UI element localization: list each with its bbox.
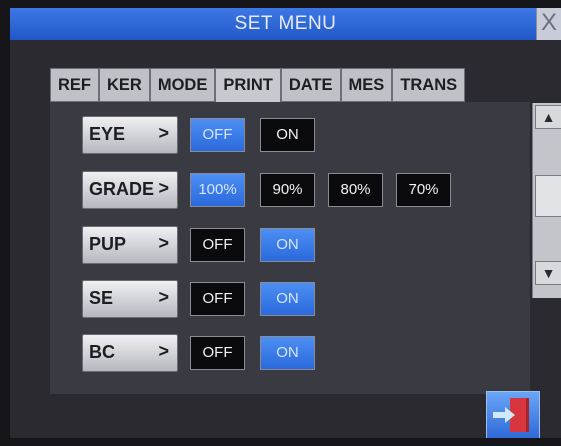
- scroll-thumb[interactable]: [535, 175, 561, 217]
- settings-screen: SET MENU X REF KER MODE PRINT DATE MES T…: [10, 8, 561, 438]
- arrow-down-icon: ▼: [541, 265, 556, 281]
- grade-setting-button[interactable]: GRADE >: [82, 171, 178, 209]
- tab-mes[interactable]: MES: [340, 68, 393, 102]
- setting-label: PUP: [89, 234, 127, 254]
- tab-date[interactable]: DATE: [280, 68, 341, 102]
- scroll-down-button[interactable]: ▼: [535, 261, 561, 285]
- pup-off-option[interactable]: OFF: [190, 228, 245, 262]
- bc-setting-button[interactable]: BC >: [82, 334, 178, 372]
- tab-trans[interactable]: TRANS: [392, 68, 466, 102]
- grade-80-option[interactable]: 80%: [328, 173, 383, 207]
- tab-mode[interactable]: MODE: [149, 68, 216, 102]
- se-setting-button[interactable]: SE >: [82, 280, 178, 318]
- chevron-right-icon: >: [158, 123, 169, 143]
- bc-on-option[interactable]: ON: [260, 336, 315, 370]
- close-icon: X: [540, 9, 557, 36]
- chevron-right-icon: >: [158, 178, 169, 198]
- eye-off-option[interactable]: OFF: [190, 118, 245, 152]
- arrow-up-icon: ▲: [541, 109, 556, 125]
- chevron-right-icon: >: [158, 341, 169, 361]
- exit-button[interactable]: [486, 391, 540, 438]
- tab-print[interactable]: PRINT: [215, 68, 281, 104]
- window-title: SET MENU: [10, 8, 561, 40]
- chevron-right-icon: >: [158, 233, 169, 253]
- bottom-bar: [10, 394, 561, 438]
- grade-90-option[interactable]: 90%: [260, 173, 315, 207]
- tab-ker[interactable]: KER: [99, 68, 150, 102]
- vertical-scrollbar[interactable]: ▲ ▼: [532, 103, 561, 298]
- scroll-up-button[interactable]: ▲: [535, 105, 561, 129]
- grade-70-option[interactable]: 70%: [396, 173, 451, 207]
- pup-setting-button[interactable]: PUP >: [82, 226, 178, 264]
- close-button[interactable]: X: [536, 8, 561, 40]
- eye-setting-button[interactable]: EYE >: [82, 116, 178, 154]
- print-settings-panel: EYE > OFF ON GRADE > 100% 90% 80% 70% PU…: [50, 102, 530, 394]
- setting-label: BC: [89, 342, 115, 362]
- tab-ref[interactable]: REF: [50, 68, 99, 102]
- tab-bar: REF KER MODE PRINT DATE MES TRANS: [50, 68, 466, 104]
- grade-100-option[interactable]: 100%: [190, 173, 245, 207]
- pup-on-option[interactable]: ON: [260, 228, 315, 262]
- se-off-option[interactable]: OFF: [190, 282, 245, 316]
- setting-label: EYE: [89, 124, 126, 144]
- bc-off-option[interactable]: OFF: [190, 336, 245, 370]
- se-on-option[interactable]: ON: [260, 282, 315, 316]
- setting-label: SE: [89, 288, 114, 308]
- chevron-right-icon: >: [158, 287, 169, 307]
- setting-label: GRADE: [89, 179, 155, 199]
- eye-on-option[interactable]: ON: [260, 118, 315, 152]
